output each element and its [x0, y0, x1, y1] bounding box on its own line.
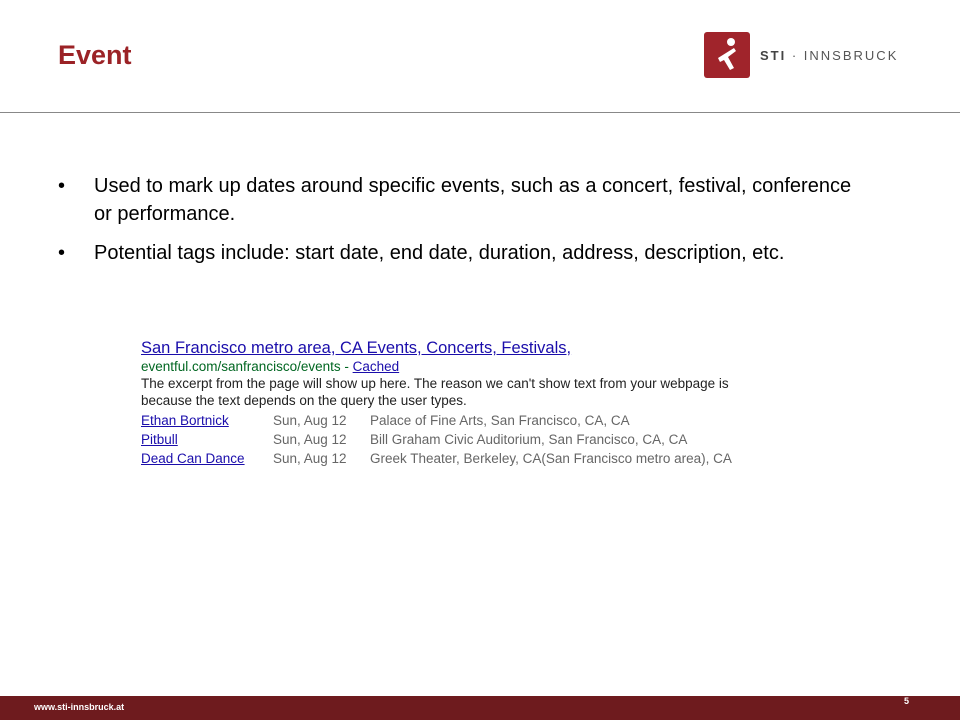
bullet-item: • Used to mark up dates around specific e…	[58, 172, 858, 228]
bullet-marker: •	[58, 175, 66, 197]
result-url-line: eventful.com/sanfrancisco/events - Cache…	[141, 358, 781, 375]
footer-url[interactable]: www.sti-innsbruck.at	[34, 702, 124, 712]
footer-bar: www.sti-innsbruck.at 5	[0, 696, 960, 720]
slide-title: Event	[58, 40, 132, 70]
event-name-link[interactable]: Dead Can Dance	[141, 451, 273, 470]
event-date: Sun, Aug 12	[273, 413, 347, 428]
result-title-link[interactable]: San Francisco metro area, CA Events, Con…	[141, 338, 781, 358]
logo-separator: ·	[786, 47, 804, 63]
logo-name: INNSBRUCK	[803, 47, 899, 63]
table-row: Dead Can Dance Sun, Aug 12 Greek Theater…	[141, 451, 765, 470]
bullet-text: Potential tags include: start date, end …	[94, 242, 785, 264]
events-table: Ethan Bortnick Sun, Aug 12 Palace of Fin…	[141, 413, 765, 470]
event-venue: Palace of Fine Arts, San Francisco, CA, …	[370, 413, 630, 428]
logo-wordmark: STI · INNSBRUCK	[760, 48, 898, 63]
event-date: Sun, Aug 12	[273, 432, 347, 447]
event-name-link[interactable]: Ethan Bortnick	[141, 413, 273, 432]
bullet-marker: •	[58, 242, 66, 264]
event-date: Sun, Aug 12	[273, 451, 347, 466]
event-venue: Greek Theater, Berkeley, CA(San Francisc…	[370, 451, 732, 466]
page-number: 5	[904, 696, 910, 706]
event-name-link[interactable]: Pitbull	[141, 432, 273, 451]
result-url: eventful.com/sanfrancisco/events	[141, 359, 341, 374]
table-row: Ethan Bortnick Sun, Aug 12 Palace of Fin…	[141, 413, 765, 432]
event-venue: Bill Graham Civic Auditorium, San Franci…	[370, 432, 688, 447]
bullet-text: Used to mark up dates around specific ev…	[94, 175, 852, 225]
search-result-snippet: San Francisco metro area, CA Events, Con…	[141, 338, 781, 470]
result-url-separator: -	[340, 359, 353, 374]
sti-logo-icon	[704, 32, 750, 78]
bullet-item: • Potential tags include: start date, end…	[58, 239, 858, 267]
sti-innsbruck-logo: STI · INNSBRUCK	[704, 32, 898, 78]
result-description: The excerpt from the page will show up h…	[141, 376, 729, 408]
cached-link[interactable]: Cached	[353, 359, 400, 374]
logo-brand: STI	[760, 47, 787, 63]
title-divider	[0, 112, 960, 113]
bullet-list: • Used to mark up dates around specific e…	[58, 172, 858, 278]
table-row: Pitbull Sun, Aug 12 Bill Graham Civic Au…	[141, 432, 765, 451]
